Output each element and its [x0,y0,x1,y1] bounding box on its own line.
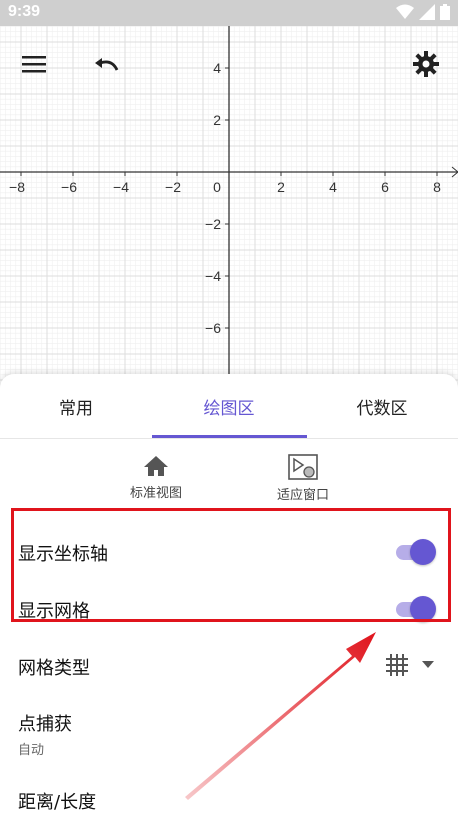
y-tick-label: 4 [213,60,221,76]
wifi-icon [396,4,414,19]
tab-label: 代数区 [356,398,408,419]
tab-label: 绘图区 [203,398,255,419]
point-capture-label: 点捕获 [18,714,72,735]
settings-tabs: 常用 绘图区 代数区 [0,374,458,439]
show-grid-row[interactable]: 显示网格 [0,581,458,637]
battery-icon [440,4,450,20]
settings-button[interactable] [406,44,446,84]
show-axes-row[interactable]: 显示坐标轴 [0,524,458,580]
hamburger-menu-icon [22,56,46,73]
fit-window-button[interactable]: 适应窗口 [248,454,358,506]
toggle-thumb [410,596,436,622]
coordinate-grid: −8−6−4−202468642−2−4−6−8 [0,0,458,390]
fit-window-icon [288,454,318,480]
y-tick-label: −4 [205,268,221,284]
gear-icon [413,51,439,77]
x-tick-label: −6 [61,179,77,195]
grid-type-select[interactable] [386,654,434,676]
active-tab-indicator [152,435,307,438]
tab-general[interactable]: 常用 [0,374,152,438]
grid-type-row[interactable]: 网格类型 [0,640,458,696]
x-tick-label: −8 [9,179,25,195]
status-icons [396,4,450,20]
show-axes-toggle[interactable] [394,539,436,565]
undo-icon [95,58,119,71]
distance-label: 距离/长度 [18,792,97,813]
chevron-down-icon [422,661,434,668]
settings-panel: 常用 绘图区 代数区 标准视图 适应窗口 显示坐标轴 显示网格 网格类型 点捕获… [0,374,458,820]
x-tick-label: −2 [165,179,181,195]
show-grid-label: 显示网格 [18,601,90,622]
show-grid-toggle[interactable] [394,596,436,622]
x-tick-label: 8 [433,179,441,195]
show-axes-label: 显示坐标轴 [18,544,108,565]
undo-button[interactable] [86,44,126,84]
distance-row[interactable]: 距离/长度 [0,774,458,820]
menu-button[interactable] [14,44,54,84]
standard-view-button[interactable]: 标准视图 [101,454,211,506]
toggle-thumb [410,539,436,565]
x-tick-label: 6 [381,179,389,195]
tab-label: 常用 [59,398,93,419]
y-tick-label: 2 [213,112,221,128]
y-tick-label: −2 [205,216,221,232]
x-tick-label: 4 [329,179,337,195]
y-tick-label: −6 [205,320,221,336]
grid-type-label: 网格类型 [18,658,90,679]
status-time: 9:39 [8,3,41,20]
status-bar: 9:39 [0,0,458,26]
tab-graphics[interactable]: 绘图区 [153,374,305,438]
fit-window-label: 适应窗口 [276,488,329,503]
home-icon [144,456,168,476]
point-capture-value: 自动 [18,743,45,758]
x-tick-label: 2 [277,179,285,195]
grid-icon [386,654,408,676]
tab-algebra[interactable]: 代数区 [306,374,458,438]
graphics-view[interactable]: −8−6−4−202468642−2−4−6−8 [0,0,458,390]
signal-icon [419,4,435,20]
x-tick-label: −4 [113,179,129,195]
x-tick-label: 0 [213,179,221,195]
standard-view-label: 标准视图 [129,486,182,501]
point-capture-row[interactable]: 点捕获 自动 [0,700,458,766]
